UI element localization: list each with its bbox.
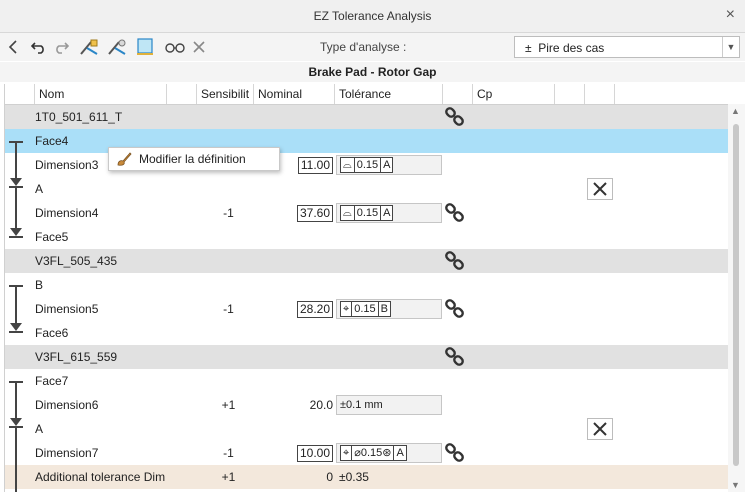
row-sensibilite: -1	[223, 206, 234, 220]
header-tolerance[interactable]: Tolérance	[335, 84, 443, 104]
back-icon[interactable]	[6, 37, 20, 57]
table-row[interactable]: A	[5, 177, 729, 201]
nominal-value[interactable]: 37.60	[296, 205, 333, 222]
undo-icon[interactable]	[30, 37, 48, 57]
row-name: Dimension7	[35, 446, 99, 460]
tolerance-field[interactable]: ⌖ 0.15 B	[336, 299, 442, 319]
row-name: Additional tolerance Dim	[35, 470, 166, 484]
table-row[interactable]: Dimension6 +1 20.0 ±0.1 mm	[5, 393, 729, 417]
analysis-type-label: Type d'analyse :	[320, 40, 407, 54]
row-name: Face5	[35, 230, 69, 244]
header-nominal[interactable]: Nominal	[254, 84, 335, 104]
header-nom[interactable]: Nom	[35, 84, 167, 104]
tolerance-field[interactable]: ±0.1 mm	[336, 395, 442, 415]
table-row[interactable]: Face7	[5, 369, 729, 393]
analysis-type-select[interactable]: ± Pire des cas ▼	[514, 36, 740, 58]
header-spacer-4	[555, 84, 585, 104]
row-name: Dimension5	[35, 302, 99, 316]
plus-minus-icon: ±	[525, 41, 532, 55]
row-name: Face6	[35, 326, 69, 340]
table-row[interactable]: Dimension4 -1 37.60 ⌓ 0.15 A	[5, 201, 729, 225]
context-menu-modify-definition[interactable]: Modifier la définition	[139, 152, 246, 166]
scroll-up-icon[interactable]: ▲	[731, 106, 740, 116]
position-icon: ⌖	[341, 446, 353, 460]
analysis-type-value: Pire des cas	[538, 41, 605, 55]
title-bar: EZ Tolerance Analysis ×	[0, 0, 745, 33]
row-name: A	[35, 182, 44, 196]
row-name: Dimension6	[35, 398, 99, 412]
link-icon[interactable]	[444, 443, 466, 463]
nominal-value[interactable]: 11.00	[297, 157, 333, 174]
row-sensibilite: -1	[223, 302, 234, 316]
link-icon[interactable]	[444, 203, 466, 223]
add-chain-icon[interactable]	[78, 37, 100, 57]
table-row[interactable]: Dimension5 -1 28.20 ⌖ 0.15 B	[5, 297, 729, 321]
link-icon[interactable]	[444, 107, 466, 127]
delete-icon[interactable]	[587, 178, 613, 200]
stack-title: Brake Pad - Rotor Gap	[0, 62, 745, 82]
row-name: A	[35, 422, 44, 436]
group-row[interactable]: V3FL_505_435	[5, 249, 729, 273]
link-icon[interactable]	[444, 347, 466, 367]
context-menu: Modifier la définition	[108, 147, 280, 171]
vertical-scrollbar[interactable]: ▲ ▼	[728, 104, 745, 492]
tolerance-field[interactable]: ⌓ 0.15 A	[336, 155, 442, 175]
table-row[interactable]: Face5	[5, 225, 729, 249]
row-name: V3FL_615_559	[35, 350, 118, 364]
tolerance-grid: Nom Sensibilit Nominal Tolérance Cp 1T0_…	[4, 84, 729, 492]
window-title: EZ Tolerance Analysis	[313, 9, 432, 23]
header-sensibilite[interactable]: Sensibilit	[197, 84, 254, 104]
row-sensibilite: -1	[223, 446, 234, 460]
header-spacer-2	[167, 84, 197, 104]
nominal-value[interactable]: 10.00	[296, 445, 333, 462]
glasses-icon[interactable]	[164, 37, 186, 57]
delete-icon[interactable]	[587, 418, 613, 440]
position-icon: ⌖	[341, 302, 353, 316]
profile-surface-icon: ⌓	[341, 206, 355, 220]
row-name: V3FL_505_435	[35, 254, 118, 268]
tolerance-value[interactable]: ±0.35	[339, 465, 369, 489]
cancel-icon[interactable]	[190, 37, 208, 57]
group-row[interactable]: 1T0_501_611_T	[5, 105, 729, 129]
close-icon[interactable]: ×	[726, 6, 735, 24]
remove-chain-icon[interactable]	[106, 37, 128, 57]
tolerance-field[interactable]: ⌖ ⌀0.15⊛ A	[336, 443, 442, 463]
link-icon[interactable]	[444, 299, 466, 319]
table-row-additional[interactable]: Additional tolerance Dim +1 0 ±0.35	[5, 465, 729, 489]
scroll-thumb[interactable]	[733, 124, 739, 466]
row-sensibilite: +1	[221, 398, 236, 412]
nominal-value[interactable]: 0	[257, 465, 333, 489]
row-name: B	[35, 278, 44, 292]
header-spacer-5	[585, 84, 615, 104]
link-icon[interactable]	[444, 251, 466, 271]
row-name: 1T0_501_611_T	[35, 110, 123, 124]
row-name: Dimension4	[35, 206, 99, 220]
tolerance-field[interactable]: ⌓ 0.15 A	[336, 203, 442, 223]
header-spacer	[5, 84, 35, 104]
redo-icon[interactable]	[52, 37, 70, 57]
header-spacer-3	[443, 84, 473, 104]
table-row[interactable]: B	[5, 273, 729, 297]
table-row[interactable]: A	[5, 417, 729, 441]
group-row[interactable]: V3FL_615_559	[5, 345, 729, 369]
profile-surface-icon: ⌓	[341, 158, 355, 172]
table-row[interactable]: Face6	[5, 321, 729, 345]
report-icon[interactable]	[134, 37, 156, 57]
brush-icon	[115, 151, 133, 170]
nominal-value[interactable]: 28.20	[296, 301, 333, 318]
header-cp[interactable]: Cp	[473, 84, 555, 104]
row-sensibilite: +1	[221, 470, 236, 484]
grid-header: Nom Sensibilit Nominal Tolérance Cp	[5, 84, 729, 105]
chevron-down-icon[interactable]: ▼	[722, 37, 739, 57]
scroll-down-icon[interactable]: ▼	[731, 480, 740, 490]
row-name: Face7	[35, 374, 69, 388]
table-row[interactable]: Dimension7 -1 10.00 ⌖ ⌀0.15⊛ A	[5, 441, 729, 465]
nominal-value[interactable]: 20.0	[257, 393, 333, 417]
